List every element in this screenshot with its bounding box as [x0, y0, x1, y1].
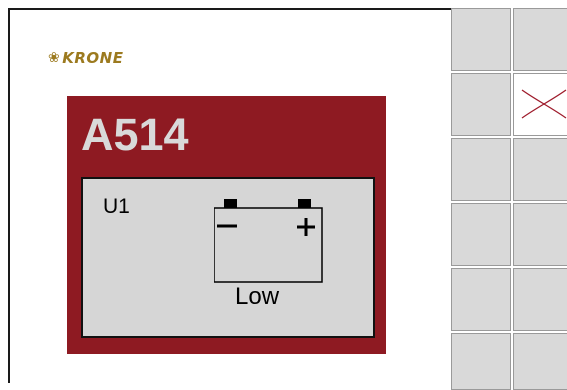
softkey-3[interactable]	[451, 73, 511, 136]
softkey-12[interactable]	[513, 333, 567, 390]
krone-crown-icon: ❀	[48, 50, 61, 66]
battery-status-label: Low	[235, 283, 280, 310]
softkey-2[interactable]	[513, 8, 567, 71]
unit-label: U1	[103, 195, 130, 218]
alarm-panel: A514 U1 Low	[67, 96, 386, 354]
softkey-1[interactable]	[451, 8, 511, 71]
softkey-close[interactable]	[513, 73, 567, 136]
softkey-7[interactable]	[451, 203, 511, 266]
softkey-10[interactable]	[513, 268, 567, 331]
softkey-6[interactable]	[513, 138, 567, 201]
brand-name: KRONE	[62, 49, 124, 67]
softkey-9[interactable]	[451, 268, 511, 331]
softkey-5[interactable]	[451, 138, 511, 201]
brand-logo: ❀ KRONE	[48, 49, 123, 67]
battery-icon	[214, 199, 323, 283]
alarm-code: A514	[81, 109, 189, 160]
close-icon	[521, 89, 567, 119]
softkey-bar	[451, 8, 567, 390]
softkey-11[interactable]	[451, 333, 511, 390]
alarm-detail-box: U1 Low	[81, 177, 375, 338]
softkey-8[interactable]	[513, 203, 567, 266]
